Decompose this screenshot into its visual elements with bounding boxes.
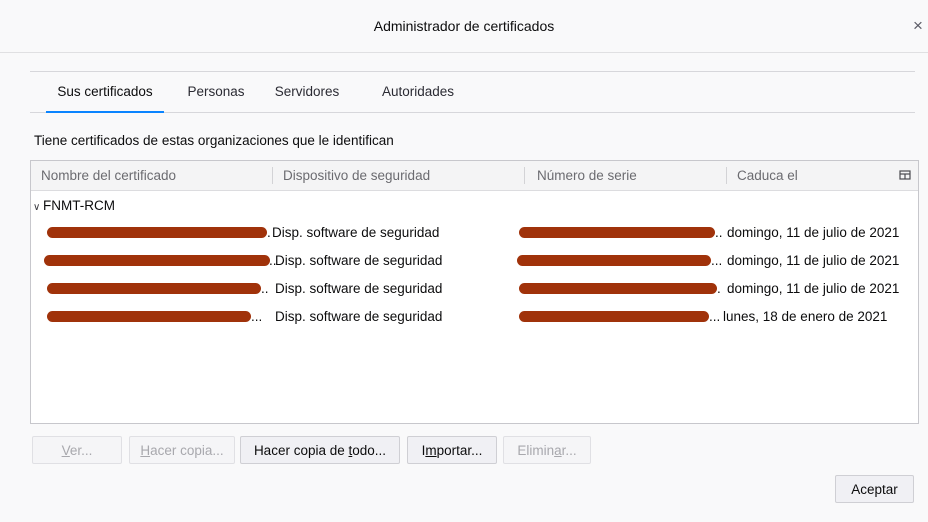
table-row[interactable]: ... Disp. software de seguridad ... lune… [31,303,918,331]
button-label: r... [561,443,577,458]
button-label: portar... [436,443,483,458]
name-ellipsis: .. [261,281,269,296]
column-divider[interactable] [272,167,273,184]
column-header-name[interactable]: Nombre del certificado [41,161,176,190]
redacted-name-mark [47,311,251,322]
button-accesskey: H [140,443,151,458]
certificate-manager-panel: Sus certificados Personas Servidores Aut… [12,53,928,522]
serial-ellipsis: .. [715,225,723,240]
certificate-tree[interactable]: Nombre del certificado Dispositivo de se… [30,160,919,424]
button-label: er... [69,443,93,458]
expires-cell: domingo, 11 de julio de 2021 [727,281,900,296]
table-header: Nombre del certificado Dispositivo de se… [31,161,918,191]
expires-cell: domingo, 11 de julio de 2021 [727,225,900,240]
import-button[interactable]: Importar... [407,436,497,464]
column-header-serial[interactable]: Número de serie [537,161,637,190]
device-cell: Disp. software de seguridad [275,309,443,324]
accept-button[interactable]: Aceptar [835,475,914,503]
serial-ellipsis: ... [709,309,721,324]
device-cell: Disp. software de seguridad [275,281,443,296]
column-header-expires[interactable]: Caduca el [737,161,798,190]
column-header-device[interactable]: Dispositivo de seguridad [283,161,430,190]
tab-authorities[interactable]: Autoridades [372,72,464,112]
button-accesskey: a [554,443,562,458]
table-row[interactable]: .. Disp. software de seguridad ... domin… [31,247,918,275]
button-label: Hacer copia de [253,443,349,458]
name-ellipsis: ... [251,309,263,324]
button-label: acer copia... [150,443,224,458]
chevron-down-icon[interactable]: ∨ [33,198,43,218]
redacted-name-mark [44,255,270,266]
device-cell: Disp. software de seguridad [272,225,440,240]
redacted-name-mark [47,227,267,238]
table-row[interactable]: .. Disp. software de seguridad . domingo… [31,275,918,303]
group-name: FNMT-RCM [43,198,115,213]
redacted-serial-mark [519,311,709,322]
redacted-serial-mark [519,227,715,238]
dialog-titlebar: Administrador de certificados × [0,0,928,53]
name-ellipsis: . [267,225,271,240]
serial-ellipsis: ... [711,253,723,268]
tab-your-certificates[interactable]: Sus certificados [46,72,164,113]
device-cell: Disp. software de seguridad [275,253,443,268]
expires-cell: lunes, 18 de enero de 2021 [723,309,888,324]
delete-button[interactable]: Eliminar... [503,436,591,464]
tab-servers[interactable]: Servidores [266,72,348,112]
backup-all-button[interactable]: Hacer copia de todo... [240,436,400,464]
dialog-title: Administrador de certificados [373,18,555,34]
tab-people[interactable]: Personas [182,72,250,112]
close-icon[interactable]: × [906,14,928,38]
group-row-fnmt[interactable]: ∨ FNMT-RCM [33,196,115,216]
redacted-serial-mark [517,255,711,266]
button-accesskey: V [61,443,70,458]
column-picker-icon[interactable] [898,168,912,182]
button-label: Elimin [517,443,555,458]
backup-button[interactable]: Hacer copia... [129,436,235,464]
view-button[interactable]: Ver... [32,436,122,464]
expires-cell: domingo, 11 de julio de 2021 [727,253,900,268]
intro-text: Tiene certificados de estas organizacion… [34,133,394,148]
column-divider[interactable] [726,167,727,184]
serial-ellipsis: . [717,281,721,296]
table-row[interactable]: . Disp. software de seguridad .. domingo… [31,219,918,247]
column-divider[interactable] [524,167,525,184]
tab-strip: Sus certificados Personas Servidores Aut… [30,71,915,113]
button-accesskey: m [425,443,437,458]
redacted-name-mark [47,283,261,294]
redacted-serial-mark [519,283,717,294]
button-label: odo... [352,443,387,458]
